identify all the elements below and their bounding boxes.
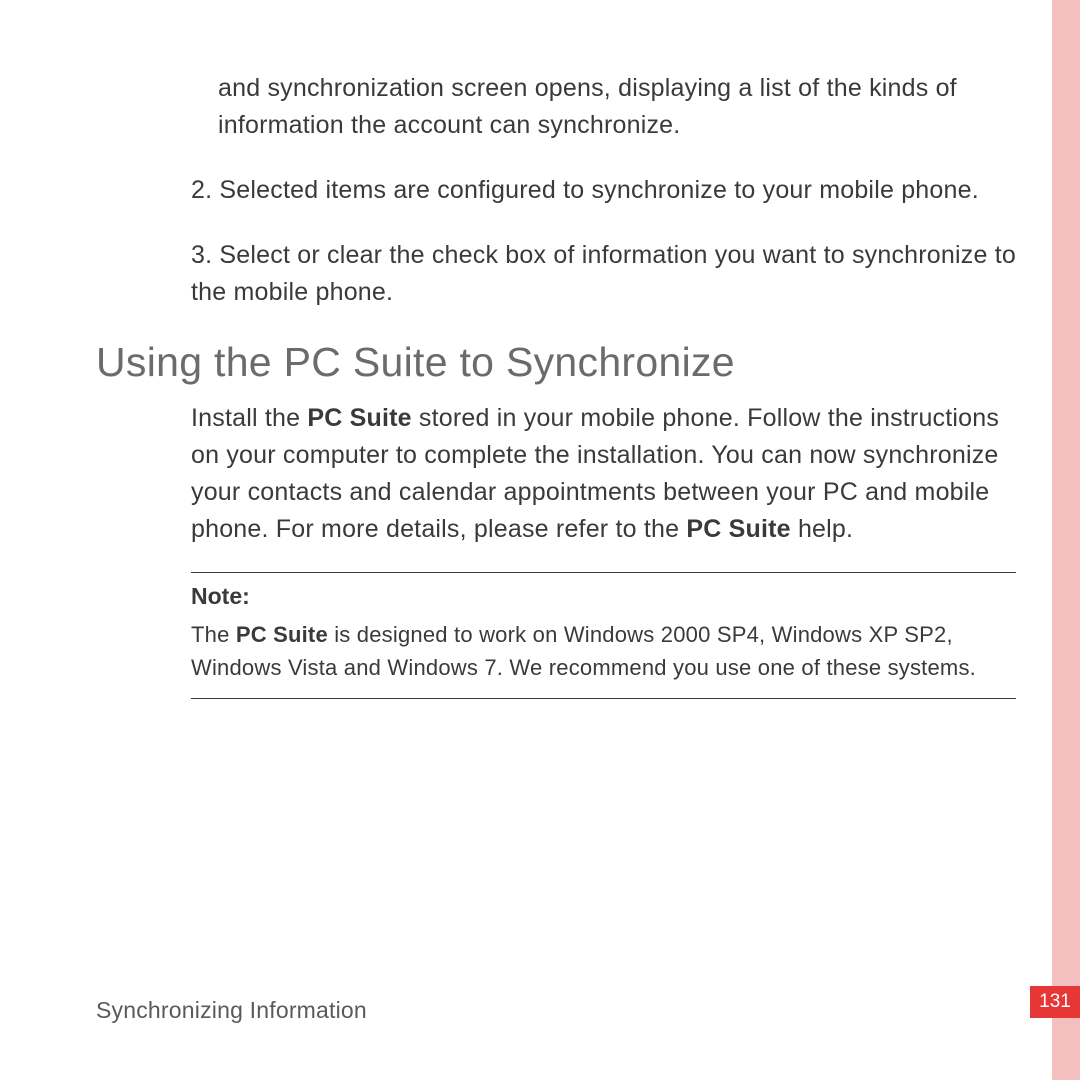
note-pre: The (191, 622, 236, 647)
note-block: Note: The PC Suite is designed to work o… (191, 572, 1016, 699)
body-post: help. (791, 515, 853, 543)
page-number-badge: 131 (1030, 986, 1080, 1018)
side-band (1052, 0, 1080, 1080)
body-bold-1: PC Suite (307, 404, 411, 432)
body-pre: Install the (191, 404, 307, 432)
footer-section-title: Synchronizing Information (96, 997, 367, 1024)
note-text: The PC Suite is designed to work on Wind… (191, 618, 1016, 684)
body-paragraph: Install the PC Suite stored in your mobi… (191, 400, 1016, 548)
list-item-3: 3. Select or clear the check box of info… (191, 237, 1016, 311)
list-text: Selected items are configured to synchro… (219, 176, 978, 204)
list-number: 3. (191, 241, 212, 269)
continuation-text: and synchronization screen opens, displa… (218, 70, 1016, 144)
list-text: Select or clear the check box of informa… (191, 241, 1016, 306)
list-item-2: 2. Selected items are configured to sync… (191, 172, 1016, 209)
body-bold-2: PC Suite (686, 515, 790, 543)
note-bold: PC Suite (236, 622, 328, 647)
section-heading: Using the PC Suite to Synchronize (96, 339, 1016, 386)
note-label: Note: (191, 583, 1016, 610)
list-number: 2. (191, 176, 212, 204)
page-content: and synchronization screen opens, displa… (96, 70, 1016, 699)
